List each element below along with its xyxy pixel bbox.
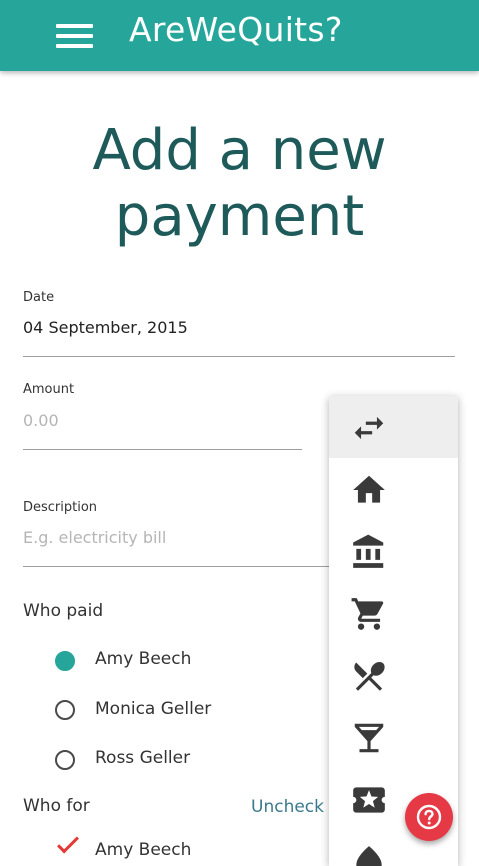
uncheck-all-link[interactable]: Uncheck a [251, 797, 340, 817]
who-for-label: Who for [23, 796, 90, 816]
description-label: Description [23, 500, 98, 515]
app-title[interactable]: AreWeQuits? [129, 10, 343, 49]
date-field[interactable]: 04 September, 2015 [23, 318, 188, 337]
transfer-icon [354, 416, 384, 440]
amount-underline [23, 449, 302, 450]
amount-label: Amount [23, 382, 75, 397]
menu-icon[interactable] [56, 24, 93, 48]
category-transfer[interactable] [329, 396, 458, 458]
radio-label-amy-beech[interactable]: Amy Beech [95, 649, 191, 669]
date-underline [23, 356, 455, 357]
category-food[interactable] [329, 644, 458, 706]
radio-label-ross-geller[interactable]: Ross Geller [95, 748, 190, 768]
checkbox-amy-beech[interactable] [57, 831, 79, 854]
date-label: Date [23, 290, 55, 305]
who-paid-label: Who paid [23, 601, 104, 621]
food-icon [354, 661, 385, 691]
home-icon [353, 475, 385, 503]
ticket-icon [353, 787, 385, 813]
description-underline [23, 566, 329, 567]
description-field[interactable]: E.g. electricity bill [23, 528, 166, 547]
help-button[interactable] [405, 793, 453, 841]
page-title-text: Add a new payment [92, 118, 387, 249]
radio-monica-geller[interactable] [55, 700, 75, 720]
radio-ross-geller[interactable] [55, 750, 75, 770]
app-bar: AreWeQuits? [0, 0, 479, 71]
page-title: Add a new payment [0, 118, 479, 250]
category-shopping[interactable] [329, 582, 458, 644]
radio-amy-beech[interactable] [55, 651, 75, 671]
category-drinks[interactable] [329, 706, 458, 768]
drinks-icon [354, 723, 384, 753]
water-icon [356, 846, 382, 866]
checkbox-label-amy-beech[interactable]: Amy Beech [95, 840, 191, 860]
bank-icon [353, 534, 384, 568]
category-bank[interactable] [329, 520, 458, 582]
amount-field[interactable]: 0.00 [23, 411, 59, 430]
cart-icon [351, 598, 384, 630]
radio-label-monica-geller[interactable]: Monica Geller [95, 699, 211, 719]
help-icon [416, 804, 442, 830]
category-home[interactable] [329, 458, 458, 520]
